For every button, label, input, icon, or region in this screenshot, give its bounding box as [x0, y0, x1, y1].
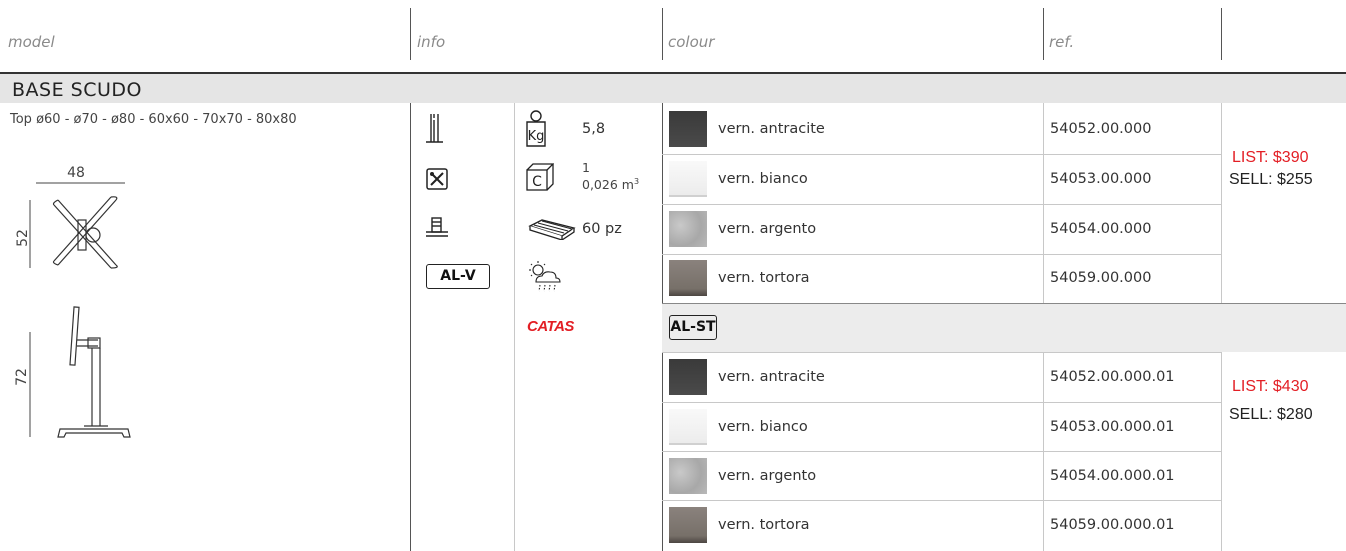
carton-icon: C	[524, 162, 554, 194]
dim-height: 72	[14, 368, 30, 386]
pallet-icon	[528, 218, 576, 240]
side-view-drawing: 72	[8, 302, 138, 451]
tools-icon	[426, 168, 448, 190]
header-divider	[662, 8, 663, 60]
column-divider	[514, 103, 515, 551]
weight-value: 5,8	[582, 121, 606, 137]
dim-width: 48	[67, 165, 85, 181]
list-price: LIST: $430	[1232, 378, 1309, 395]
row-divider	[662, 451, 1222, 452]
carton-volume: 0,026 m3	[582, 177, 640, 193]
top-sizes: Top ø60 - ø70 - ø80 - 60x60 - 70x70 - 80…	[10, 112, 297, 127]
row-divider	[662, 500, 1222, 501]
colour-name: vern. antracite	[718, 121, 825, 137]
column-divider	[410, 103, 411, 551]
list-price: LIST: $390	[1232, 149, 1309, 166]
ref-code: 54059.00.000	[1050, 270, 1152, 286]
header-model: model	[8, 33, 55, 51]
dim-depth: 52	[15, 229, 31, 247]
ref-code: 54052.00.000.01	[1050, 369, 1175, 385]
header-info: info	[417, 33, 446, 51]
section-title-bar: BASE SCUDO	[0, 72, 1346, 103]
carton-info: 1 0,026 m3	[582, 161, 639, 192]
row-divider	[662, 303, 1346, 304]
sell-price: SELL: $280	[1229, 406, 1313, 423]
ref-code: 54059.00.000.01	[1050, 517, 1175, 533]
pallet-value: 60 pz	[582, 221, 622, 237]
row-divider	[662, 402, 1222, 403]
row-divider	[662, 154, 1222, 155]
colour-name: vern. tortora	[718, 517, 810, 533]
row-divider	[662, 254, 1222, 255]
material-badge: AL-V	[426, 264, 490, 289]
height-adjust-icon	[425, 112, 445, 148]
colour-swatch	[669, 409, 707, 445]
base-icon	[424, 216, 450, 238]
material-row	[662, 304, 1346, 352]
ref-code: 54053.00.000.01	[1050, 419, 1175, 435]
colour-swatch	[669, 211, 707, 247]
weight-icon: Kg	[524, 109, 548, 149]
colour-swatch	[669, 359, 707, 395]
colour-name: vern. bianco	[718, 419, 808, 435]
colour-swatch	[669, 161, 707, 197]
row-divider	[662, 352, 1222, 353]
colour-name: vern. argento	[718, 221, 817, 237]
colour-swatch	[669, 507, 707, 543]
ref-code: 54054.00.000.01	[1050, 468, 1175, 484]
header-ref: ref.	[1049, 33, 1075, 51]
colour-swatch	[669, 111, 707, 147]
header-colour: colour	[668, 33, 715, 51]
header-divider	[1043, 8, 1044, 60]
colour-name: vern. antracite	[718, 369, 825, 385]
header-divider	[410, 8, 411, 60]
svg-text:Kg: Kg	[528, 129, 545, 144]
colour-name: vern. argento	[718, 468, 817, 484]
section-title: BASE SCUDO	[12, 79, 142, 101]
ref-code: 54053.00.000	[1050, 171, 1152, 187]
colour-name: vern. bianco	[718, 171, 808, 187]
colour-swatch	[669, 260, 707, 296]
sell-price: SELL: $255	[1229, 171, 1313, 188]
weather-icon	[526, 260, 566, 294]
catas-icon: CATAS	[527, 318, 574, 335]
row-divider	[662, 204, 1222, 205]
top-view-drawing: 48 52	[8, 160, 138, 284]
colour-swatch	[669, 458, 707, 494]
ref-code: 54054.00.000	[1050, 221, 1152, 237]
svg-text:C: C	[532, 174, 542, 190]
header-divider	[1221, 8, 1222, 60]
ref-code: 54052.00.000	[1050, 121, 1152, 137]
material-badge-alst: AL-ST	[669, 315, 717, 340]
carton-count: 1	[582, 160, 590, 175]
colour-name: vern. tortora	[718, 270, 810, 286]
